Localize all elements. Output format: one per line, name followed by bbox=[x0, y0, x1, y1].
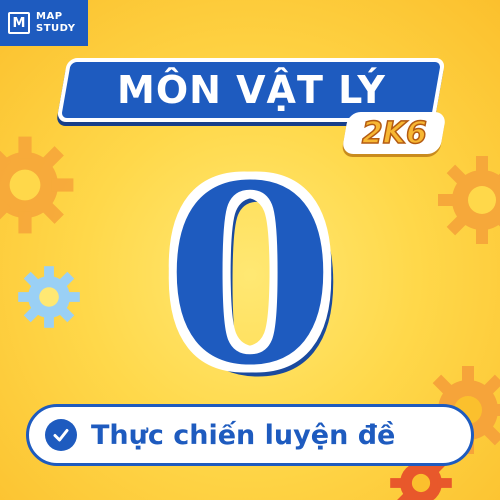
logo-text: MAP STUDY bbox=[36, 11, 75, 35]
year-badge: 2K6 bbox=[341, 112, 447, 154]
big-number: 0 bbox=[161, 128, 339, 422]
logo-line-1: MAP bbox=[36, 11, 63, 22]
poster: M MAP STUDY MÔN VẬT LÝ 2K6 0 Thực chiến … bbox=[0, 0, 500, 500]
map-study-logo[interactable]: M MAP STUDY bbox=[0, 0, 88, 46]
logo-mark-icon: M bbox=[8, 12, 30, 34]
year-badge-label: 2K6 bbox=[361, 115, 428, 152]
cta-pill[interactable]: Thực chiến luyện đề bbox=[26, 404, 474, 466]
logo-line-2: STUDY bbox=[36, 23, 76, 34]
cta-label: Thực chiến luyện đề bbox=[91, 419, 396, 451]
check-circle-icon bbox=[45, 419, 77, 451]
page-title: MÔN VẬT LÝ bbox=[116, 68, 386, 112]
